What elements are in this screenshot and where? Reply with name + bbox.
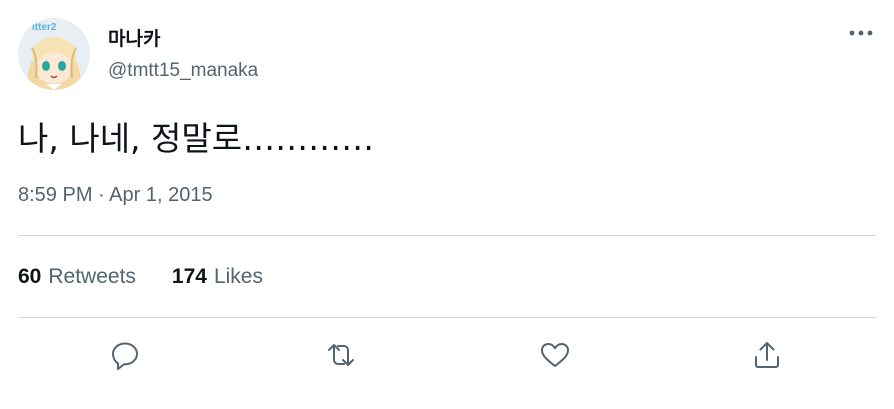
likes-label: Likes (213, 265, 263, 288)
divider (18, 317, 876, 318)
heart-icon (541, 343, 569, 367)
avatar[interactable]: itter2 (18, 18, 90, 90)
more-icon (849, 30, 873, 36)
share-button[interactable] (748, 336, 786, 374)
user-handle[interactable]: @tmtt15_manaka (108, 60, 258, 82)
divider (18, 235, 876, 236)
retweet-icon (328, 344, 354, 366)
like-button[interactable] (536, 336, 574, 374)
retweets-stat[interactable]: 60 Retweets (18, 265, 136, 289)
more-options-button[interactable] (846, 20, 876, 46)
avatar-icon: itter2 (18, 18, 90, 90)
tweet-timestamp[interactable]: 8:59 PM · Apr 1, 2015 (18, 184, 213, 207)
retweet-button[interactable] (322, 336, 360, 374)
share-icon (755, 342, 779, 368)
tweet-stats: 60 Retweets 174 Likes (18, 265, 263, 289)
likes-count: 174 (171, 265, 207, 288)
reply-icon (112, 342, 138, 370)
svg-text:itter2: itter2 (32, 22, 57, 33)
tweet-text: 나, 나네, 정말로………… (18, 119, 375, 158)
reply-button[interactable] (106, 336, 144, 374)
likes-stat[interactable]: 174 Likes (172, 265, 263, 289)
retweets-count: 60 (18, 265, 42, 288)
tweet-actions (0, 336, 894, 374)
retweets-label: Retweets (48, 265, 136, 288)
display-name[interactable]: 마나카 (108, 24, 160, 51)
